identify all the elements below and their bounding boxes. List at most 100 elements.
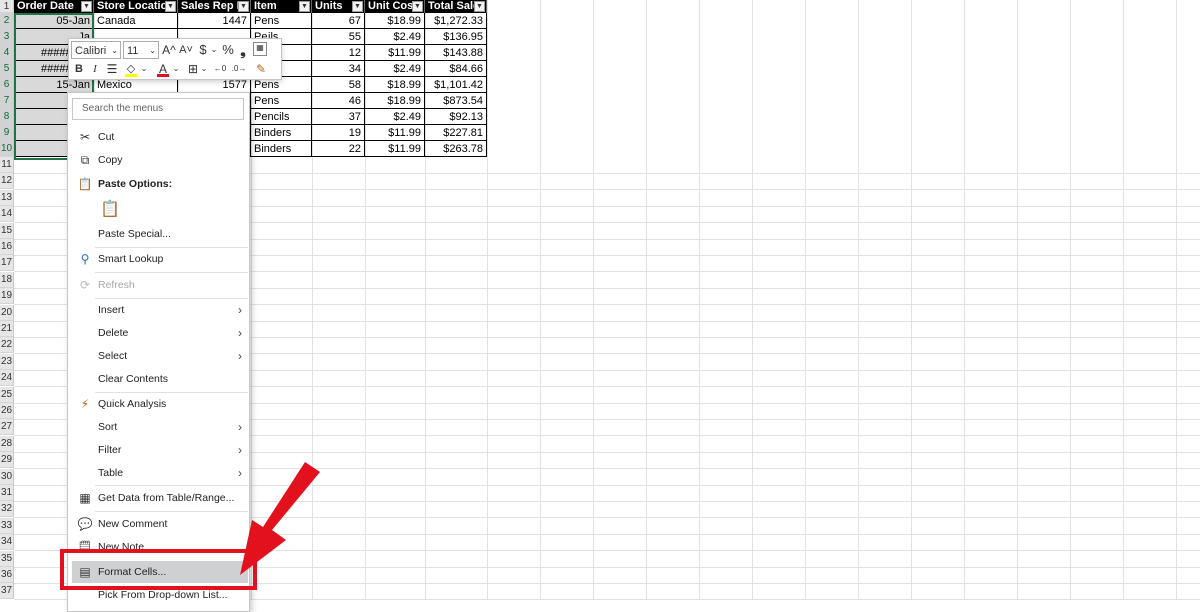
menu-item-select[interactable]: Select ›: [68, 345, 249, 367]
row-header-5[interactable]: 5: [0, 61, 14, 77]
borders-icon[interactable]: ⊞: [186, 60, 200, 78]
increase-decimal-icon[interactable]: ←0: [212, 60, 228, 78]
row-header-18[interactable]: 18: [0, 271, 14, 288]
cell-units[interactable]: 12: [312, 45, 365, 61]
row-header-31[interactable]: 31: [0, 485, 14, 501]
cell-units[interactable]: 34: [312, 61, 365, 77]
cell-cost[interactable]: $18.99: [365, 13, 425, 29]
fill-color-button[interactable]: ◇: [124, 60, 138, 78]
cell-cost[interactable]: $18.99: [365, 93, 425, 109]
row-header-9[interactable]: 9: [0, 125, 14, 141]
cell-item[interactable]: Pencils: [251, 109, 312, 125]
row-header-14[interactable]: 14: [0, 206, 14, 223]
row-header-8[interactable]: 8: [0, 109, 14, 125]
cell-units[interactable]: 46: [312, 93, 365, 109]
row-header-23[interactable]: 23: [0, 353, 14, 370]
filter-dropdown-icon[interactable]: ▼: [81, 1, 92, 12]
cell-cost[interactable]: $11.99: [365, 45, 425, 61]
cell-date[interactable]: 05-Jan: [14, 13, 94, 29]
cell-total[interactable]: $873.54: [425, 93, 487, 109]
filter-dropdown-icon[interactable]: ▼: [474, 1, 485, 12]
menu-search-input[interactable]: Search the menus: [72, 98, 244, 120]
percent-style-button[interactable]: %: [221, 41, 235, 59]
decrease-decimal-icon[interactable]: .0→: [231, 60, 247, 78]
cell-loc[interactable]: Canada: [94, 13, 178, 29]
row-header-15[interactable]: 15: [0, 222, 14, 239]
format-table-icon[interactable]: ▦: [253, 42, 267, 56]
row-header-19[interactable]: 19: [0, 288, 14, 305]
menu-item-paste-special[interactable]: Paste Special...: [68, 223, 249, 245]
row-header-7[interactable]: 7: [0, 93, 14, 109]
row-header-1[interactable]: 1: [0, 0, 14, 13]
shrink-font-button[interactable]: A˅: [179, 41, 193, 59]
cell-item[interactable]: Binders: [251, 141, 312, 157]
row-header-37[interactable]: 37: [0, 583, 14, 600]
cell-units[interactable]: 37: [312, 109, 365, 125]
cell-units[interactable]: 58: [312, 77, 365, 93]
cell-total[interactable]: $92.13: [425, 109, 487, 125]
menu-item-cut[interactable]: ✂ Cut: [68, 126, 249, 148]
row-header-27[interactable]: 27: [0, 419, 14, 436]
format-painter-icon[interactable]: ✎: [253, 60, 269, 78]
filter-dropdown-icon[interactable]: ▼: [352, 1, 363, 12]
filter-dropdown-icon[interactable]: ▼: [412, 1, 423, 12]
row-header-26[interactable]: 26: [0, 403, 14, 419]
row-header-29[interactable]: 29: [0, 452, 14, 469]
row-header-24[interactable]: 24: [0, 370, 14, 387]
cell-item[interactable]: Binders: [251, 125, 312, 141]
row-header-4[interactable]: 4: [0, 45, 14, 61]
row-header-25[interactable]: 25: [0, 386, 14, 403]
currency-format-button[interactable]: $: [197, 41, 209, 59]
cell-total[interactable]: $84.66: [425, 61, 487, 77]
row-header-12[interactable]: 12: [0, 173, 14, 190]
menu-item-get-data[interactable]: ▦ Get Data from Table/Range...: [68, 487, 249, 509]
cell-total[interactable]: $1,101.42: [425, 77, 487, 93]
cell-cost[interactable]: $2.49: [365, 29, 425, 45]
cell-total[interactable]: $1,272.33: [425, 13, 487, 29]
cell-cost[interactable]: $11.99: [365, 125, 425, 141]
row-header-20[interactable]: 20: [0, 304, 14, 321]
row-header-28[interactable]: 28: [0, 435, 14, 452]
row-header-22[interactable]: 22: [0, 337, 14, 354]
cell-total[interactable]: $136.95: [425, 29, 487, 45]
align-center-icon[interactable]: ☰: [105, 60, 119, 78]
cell-cost[interactable]: $18.99: [365, 77, 425, 93]
cell-units[interactable]: 19: [312, 125, 365, 141]
menu-item-copy[interactable]: ⧉ Copy: [68, 149, 249, 171]
filter-dropdown-icon[interactable]: ▼: [238, 1, 249, 12]
row-header-6[interactable]: 6: [0, 77, 14, 93]
cell-cost[interactable]: $2.49: [365, 109, 425, 125]
cell-item[interactable]: Pens: [251, 93, 312, 109]
cell-cost[interactable]: $2.49: [365, 61, 425, 77]
row-header-35[interactable]: 35: [0, 550, 14, 567]
bold-button[interactable]: B: [73, 60, 85, 78]
cell-total[interactable]: $263.78: [425, 141, 487, 157]
cell-cost[interactable]: $11.99: [365, 141, 425, 157]
chevron-down-icon[interactable]: ⌄: [172, 60, 180, 78]
menu-item-clear-contents[interactable]: Clear Contents: [68, 368, 249, 390]
row-header-11[interactable]: 11: [0, 157, 14, 173]
cell-rep[interactable]: 1447: [178, 13, 251, 29]
menu-item-quick-analysis[interactable]: ⚡ Quick Analysis: [68, 393, 249, 415]
font-name-dropdown[interactable]: Calibri ⌄: [71, 41, 121, 59]
filter-dropdown-icon[interactable]: ▼: [165, 1, 176, 12]
cell-total[interactable]: $227.81: [425, 125, 487, 141]
row-header-13[interactable]: 13: [0, 189, 14, 206]
row-header-3[interactable]: 3: [0, 29, 14, 45]
row-header-17[interactable]: 17: [0, 255, 14, 272]
cell-units[interactable]: 55: [312, 29, 365, 45]
row-header-32[interactable]: 32: [0, 501, 14, 518]
menu-item-smart-lookup[interactable]: ⚲ Smart Lookup: [68, 248, 249, 270]
row-header-16[interactable]: 16: [0, 239, 14, 255]
row-header-36[interactable]: 36: [0, 567, 14, 583]
font-size-dropdown[interactable]: 11 ⌄: [123, 41, 159, 59]
menu-item-insert[interactable]: Insert ›: [68, 299, 249, 321]
filter-dropdown-icon[interactable]: ▼: [299, 1, 310, 12]
cell-units[interactable]: 67: [312, 13, 365, 29]
menu-item-delete[interactable]: Delete ›: [68, 322, 249, 344]
row-header-34[interactable]: 34: [0, 534, 14, 551]
cell-total[interactable]: $143.88: [425, 45, 487, 61]
grow-font-button[interactable]: A^: [162, 41, 176, 59]
chevron-down-icon[interactable]: ⌄: [210, 41, 218, 59]
comma-style-button[interactable]: ❟: [237, 41, 249, 59]
